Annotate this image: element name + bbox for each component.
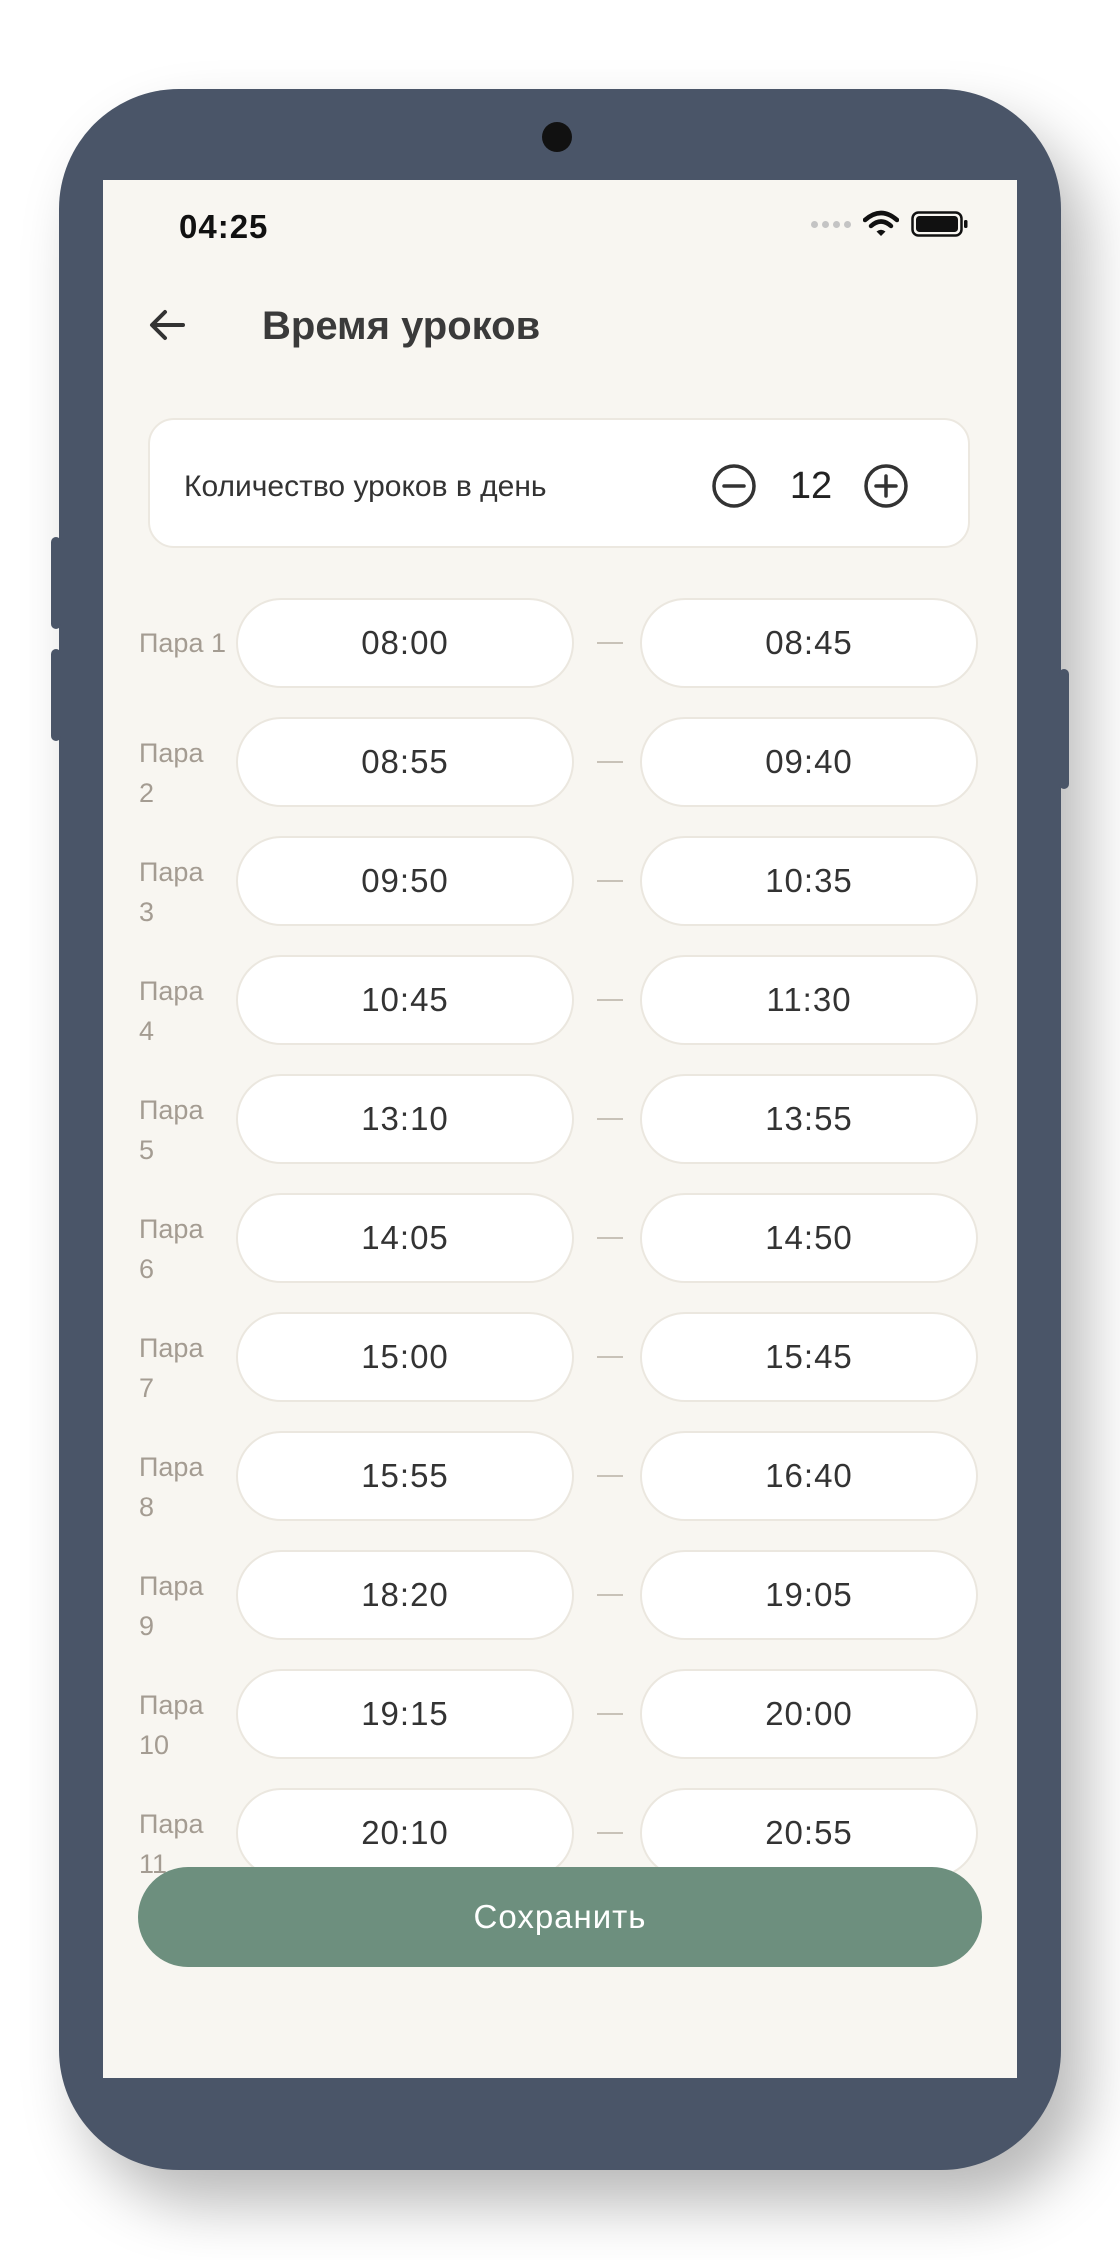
time-separator <box>597 880 623 882</box>
lesson-row: Пара 2 08:55 09:40 <box>103 717 1017 813</box>
lessons-count-label: Количество уроков в день <box>184 470 547 503</box>
lesson-end-time[interactable]: 19:05 <box>640 1550 978 1640</box>
cellular-signal-icon <box>811 220 851 228</box>
lessons-count-card: Количество уроков в день 12 <box>148 418 970 548</box>
lesson-start-time[interactable]: 14:05 <box>236 1193 574 1283</box>
status-time: 04:25 <box>179 208 269 245</box>
lesson-start-time[interactable]: 08:00 <box>236 598 574 688</box>
lesson-label: Пара 9 <box>139 1571 204 1641</box>
status-icons <box>811 210 969 238</box>
lesson-row: Пара 1 08:00 08:45 <box>103 598 1017 694</box>
lessons-count-value: 12 <box>789 465 833 507</box>
lesson-label: Пара 4 <box>139 976 204 1046</box>
time-separator <box>597 1118 623 1120</box>
lesson-row: Пара 6 14:05 14:50 <box>103 1193 1017 1289</box>
lesson-row: Пара 7 15:00 15:45 <box>103 1312 1017 1408</box>
time-separator <box>597 1594 623 1596</box>
time-separator <box>597 999 623 1001</box>
lesson-row: Пара 4 10:45 11:30 <box>103 955 1017 1051</box>
back-arrow-icon[interactable] <box>143 300 193 350</box>
phone-frame: 04:25 Время уроков Количество уроков в д… <box>51 89 1069 2170</box>
lesson-row: Пара 8 15:55 16:40 <box>103 1431 1017 1527</box>
page-title: Время уроков <box>262 304 541 348</box>
lesson-start-time[interactable]: 10:45 <box>236 955 574 1045</box>
lesson-row: Пара 3 09:50 10:35 <box>103 836 1017 932</box>
lesson-end-time[interactable]: 15:45 <box>640 1312 978 1402</box>
lesson-start-time[interactable]: 19:15 <box>236 1669 574 1759</box>
time-separator <box>597 1832 623 1834</box>
lesson-end-time[interactable]: 08:45 <box>640 598 978 688</box>
lesson-end-time[interactable]: 09:40 <box>640 717 978 807</box>
lesson-label: Пара 6 <box>139 1214 204 1284</box>
lesson-label: Пара 7 <box>139 1333 204 1403</box>
lesson-end-time[interactable]: 13:55 <box>640 1074 978 1164</box>
time-separator <box>597 642 623 644</box>
lesson-row: Пара 5 13:10 13:55 <box>103 1074 1017 1170</box>
front-camera <box>542 122 572 152</box>
lesson-label: Пара 8 <box>139 1452 204 1522</box>
lesson-label: Пара 3 <box>139 857 204 927</box>
lesson-start-time[interactable]: 13:10 <box>236 1074 574 1164</box>
time-separator <box>597 1356 623 1358</box>
lesson-label: Пара 10 <box>139 1690 204 1760</box>
time-separator <box>597 761 623 763</box>
app-screen: 04:25 Время уроков Количество уроков в д… <box>103 180 1017 2078</box>
lessons-list[interactable]: Пара 1 08:00 08:45 Пара 2 08:55 09:40 Па… <box>103 598 1017 2016</box>
lesson-label: Пара 5 <box>139 1095 204 1165</box>
lesson-row: Пара 10 19:15 20:00 <box>103 1669 1017 1765</box>
lesson-end-time[interactable]: 10:35 <box>640 836 978 926</box>
save-button[interactable]: Сохранить <box>138 1867 982 1967</box>
lesson-start-time[interactable]: 18:20 <box>236 1550 574 1640</box>
wifi-icon <box>863 210 899 236</box>
volume-up-button <box>51 537 61 629</box>
lesson-end-time[interactable]: 20:00 <box>640 1669 978 1759</box>
battery-icon <box>911 211 968 237</box>
lesson-row: Пара 9 18:20 19:05 <box>103 1550 1017 1646</box>
lesson-label: Пара 2 <box>139 738 204 808</box>
lesson-start-time[interactable]: 15:00 <box>236 1312 574 1402</box>
lesson-end-time[interactable]: 16:40 <box>640 1431 978 1521</box>
lesson-start-time[interactable]: 08:55 <box>236 717 574 807</box>
plus-circle-icon[interactable] <box>862 462 910 510</box>
lesson-end-time[interactable]: 14:50 <box>640 1193 978 1283</box>
minus-circle-icon[interactable] <box>710 462 758 510</box>
time-separator <box>597 1237 623 1239</box>
lesson-start-time[interactable]: 20:10 <box>236 1788 574 1878</box>
lesson-end-time[interactable]: 20:55 <box>640 1788 978 1878</box>
power-button <box>1059 669 1069 789</box>
lesson-label: Пара 1 <box>139 628 226 658</box>
lesson-end-time[interactable]: 11:30 <box>640 955 978 1045</box>
volume-down-button <box>51 649 61 741</box>
lesson-start-time[interactable]: 09:50 <box>236 836 574 926</box>
lesson-start-time[interactable]: 15:55 <box>236 1431 574 1521</box>
time-separator <box>597 1475 623 1477</box>
time-separator <box>597 1713 623 1715</box>
